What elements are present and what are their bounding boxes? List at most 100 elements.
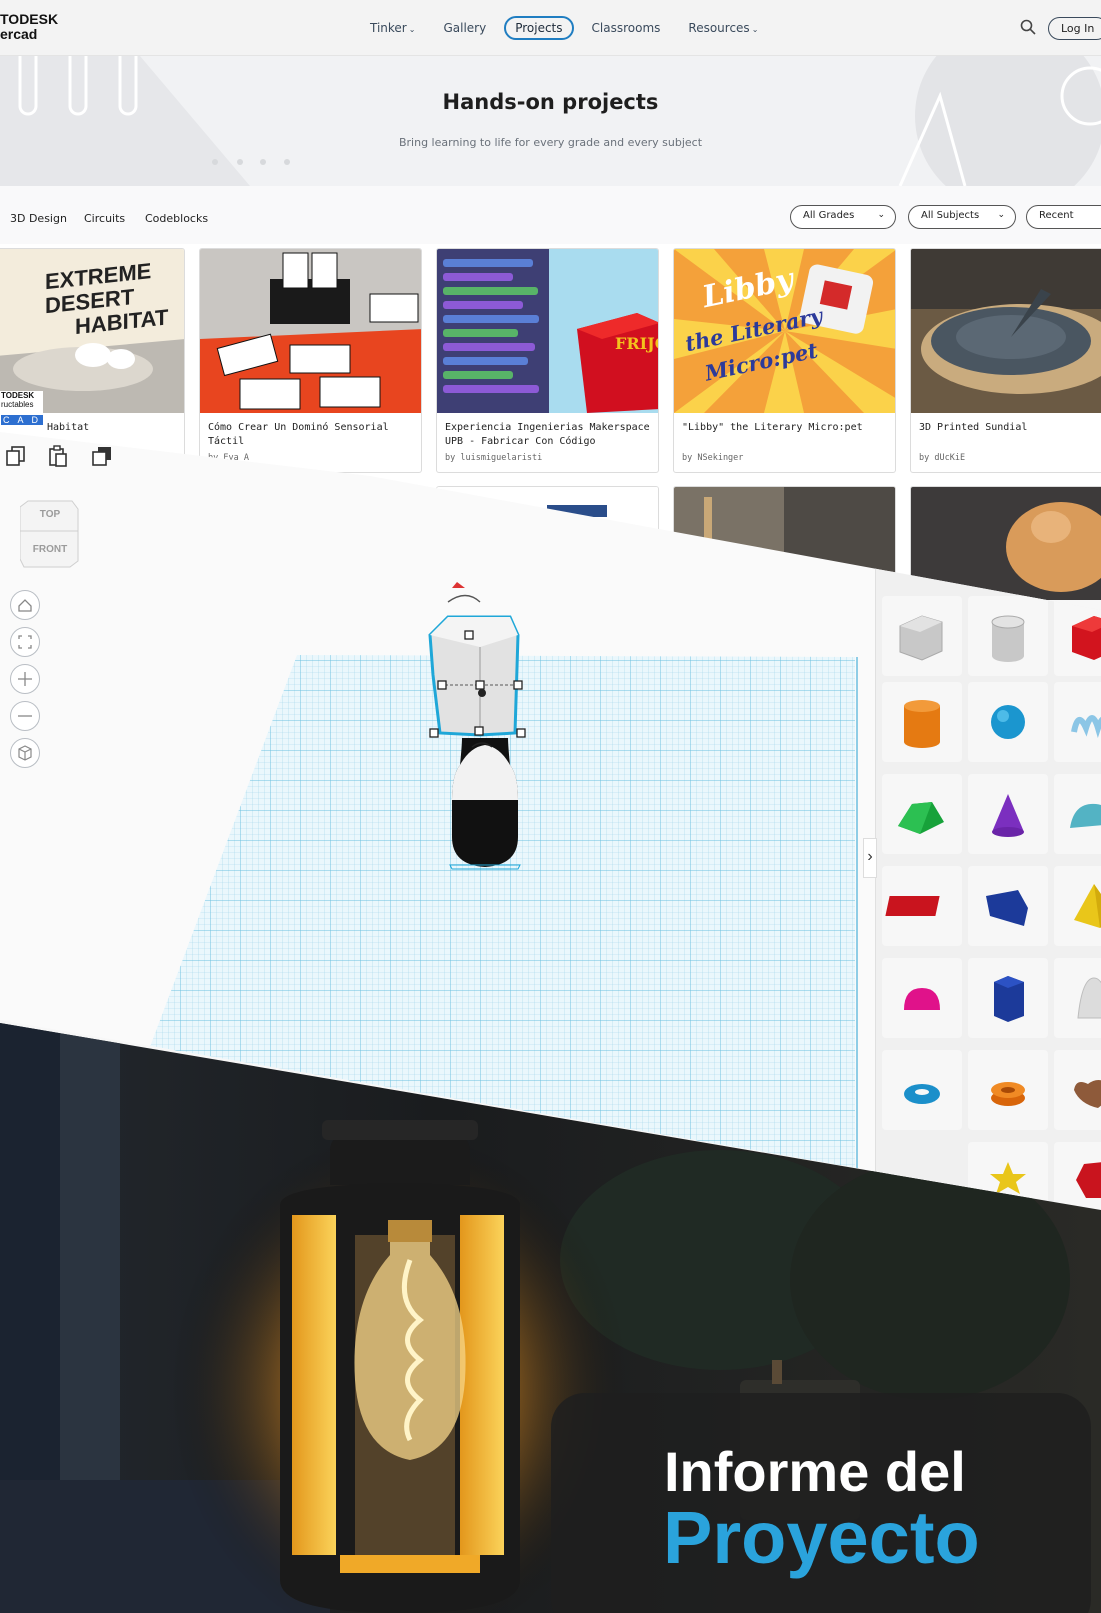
project-thumbnail: FRIJOL <box>437 249 658 413</box>
nav-classrooms-label: Classrooms <box>591 21 661 35</box>
duplicate-icon[interactable] <box>90 444 114 468</box>
shape-cylinder-hole[interactable] <box>968 596 1048 676</box>
shape-sphere[interactable] <box>968 682 1048 762</box>
project-author[interactable]: by NSekinger <box>682 453 743 463</box>
collapse-panel-button[interactable]: › <box>863 838 877 878</box>
paste-icon[interactable] <box>46 444 70 468</box>
cone-icon <box>992 794 1024 837</box>
shape-box-blue[interactable] <box>968 866 1048 946</box>
project-card[interactable]: Libby the Literary Micro:pet "Libby" the… <box>673 248 896 473</box>
shape-half-sphere[interactable] <box>882 958 962 1038</box>
sort-select[interactable]: Recent <box>1026 205 1101 229</box>
sphere-icon <box>991 705 1025 739</box>
box-icon <box>1072 616 1101 660</box>
tab-codeblocks[interactable]: Codeblocks <box>145 212 208 225</box>
view-cube-shape <box>19 500 79 568</box>
view-cube-front: FRONT <box>32 544 68 555</box>
project-title[interactable]: Experiencia Ingenierias Makerspace UPB -… <box>445 421 650 449</box>
main-nav: Tinker ⌄ Gallery Projects Classrooms Reso… <box>360 16 768 40</box>
cylinder-hole-icon <box>991 615 1025 662</box>
blue-box-icon <box>986 890 1028 926</box>
thumbnail-text: EXTREME DESERT HABITAT <box>45 256 184 343</box>
home-view-button[interactable] <box>10 590 40 620</box>
shape-text[interactable] <box>882 866 962 946</box>
project-title[interactable]: 3D Printed Sundial <box>919 421 1101 435</box>
project-thumbnail: EXTREME DESERT HABITAT TODESK ructables <box>0 249 184 413</box>
view-cube[interactable]: TOP FRONT <box>19 497 80 569</box>
top-navigation: TODESK ercad Tinker ⌄ Gallery Projects Cl… <box>0 0 1101 56</box>
scribble-icon <box>1071 715 1101 738</box>
subjects-select[interactable]: All Subjects ⌄ <box>908 205 1016 229</box>
zoom-out-button[interactable] <box>10 701 40 731</box>
text-shape-icon <box>885 896 940 916</box>
sort-select-value: Recent <box>1039 210 1074 221</box>
shape-cone[interactable] <box>968 774 1048 854</box>
shape-box[interactable] <box>1054 596 1101 676</box>
project-thumbnail: Libby the Literary Micro:pet <box>674 249 895 413</box>
project-card[interactable]: FRIJOL Experiencia Ingenierias Makerspac… <box>436 248 659 473</box>
tab-3d-design[interactable]: 3D Design <box>10 212 67 225</box>
selected-shapes[interactable] <box>400 575 600 875</box>
heart-icon <box>1074 1080 1101 1108</box>
shape-box-hole[interactable] <box>882 596 962 676</box>
project-author[interactable]: by luismiguelaristi <box>445 453 542 463</box>
shape-heart[interactable] <box>1054 1050 1101 1130</box>
project-author[interactable]: by dUcKiE <box>919 453 965 463</box>
cube-icon <box>18 745 32 761</box>
round-roof-icon <box>1070 803 1101 828</box>
polygon-icon <box>994 976 1024 1022</box>
home-icon <box>18 599 32 612</box>
shape-scribble[interactable] <box>1054 682 1101 762</box>
shape-pyramid[interactable] <box>1054 866 1101 946</box>
badge-line: ructables <box>1 400 34 409</box>
copy-icon[interactable] <box>4 444 28 468</box>
shape-roof[interactable] <box>882 774 962 854</box>
autodesk-tinkercad-logo[interactable]: TODESK ercad <box>0 12 58 42</box>
torus-icon <box>904 1084 940 1104</box>
project-card[interactable]: Cómo Crear Un Dominó Sensorial Táctil by… <box>199 248 422 473</box>
login-button[interactable]: Log In <box>1048 17 1101 40</box>
nav-projects-label: Projects <box>515 21 563 35</box>
project-card[interactable]: 3D Printed Sundial by dUcKiE <box>910 248 1101 473</box>
nav-gallery-label: Gallery <box>443 21 487 35</box>
fit-view-button[interactable] <box>10 627 40 657</box>
shapes-panel: Ba <box>875 560 1101 1210</box>
project-title[interactable]: "Libby" the Literary Micro:pet <box>682 421 887 435</box>
shape-round-roof[interactable] <box>1054 774 1101 854</box>
project-thumbnail <box>200 249 421 413</box>
shape-torus[interactable] <box>882 1050 962 1130</box>
project-report-card: Informe del Proyecto <box>551 1393 1091 1613</box>
half-sphere-icon <box>904 988 940 1010</box>
shape-cylinder[interactable] <box>882 682 962 762</box>
chevron-down-icon: ⌄ <box>408 25 416 34</box>
sundial-image <box>911 249 1101 413</box>
tube-icon <box>991 1082 1025 1106</box>
shape-tube[interactable] <box>968 1050 1048 1130</box>
box-hole-icon <box>899 615 943 661</box>
project-title[interactable]: Cómo Crear Un Dominó Sensorial Táctil <box>208 421 413 449</box>
shape-polygon[interactable] <box>968 958 1048 1038</box>
nav-resources[interactable]: Resources ⌄ <box>678 16 768 40</box>
sensory-domino-image <box>200 249 421 413</box>
fit-icon <box>18 635 32 649</box>
codeblocks-image <box>437 249 658 413</box>
view-cube-top: TOP <box>39 509 61 520</box>
nav-gallery[interactable]: Gallery <box>433 16 496 40</box>
chevron-right-icon: › <box>867 848 873 865</box>
zoom-in-button[interactable] <box>10 664 40 694</box>
project-title[interactable]: Habitat <box>47 421 184 435</box>
nav-classrooms[interactable]: Classrooms <box>582 16 671 40</box>
cad-badge: C A D <box>1 415 44 425</box>
project-thumbnail <box>911 249 1101 413</box>
perspective-button[interactable] <box>10 738 40 768</box>
nav-tinker[interactable]: Tinker ⌄ <box>360 16 425 40</box>
cylinder-icon <box>904 700 940 748</box>
nav-projects[interactable]: Projects <box>504 16 574 40</box>
tab-circuits[interactable]: Circuits <box>84 212 125 225</box>
shape-paraboloid[interactable] <box>1054 958 1101 1038</box>
chevron-down-icon: ⌄ <box>877 210 885 220</box>
search-icon[interactable] <box>1020 19 1036 35</box>
grades-select[interactable]: All Grades ⌄ <box>790 205 896 229</box>
chevron-down-icon: ⌄ <box>997 210 1005 220</box>
filter-bar: 3D Design Circuits Codeblocks All Grades… <box>0 186 1101 244</box>
